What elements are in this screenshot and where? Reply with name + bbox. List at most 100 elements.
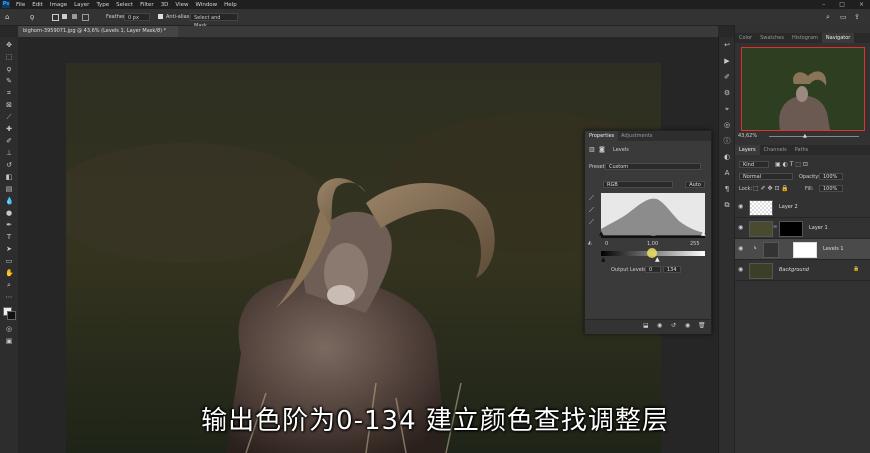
layer-row-layer-1[interactable]: ◉ ∞ Layer 1: [735, 218, 870, 239]
view-previous-icon[interactable]: ◉: [657, 323, 662, 329]
layer-row-background[interactable]: ◉ Background 🔒: [735, 260, 870, 281]
layer-filter-icons[interactable]: ▣ ◐ T ⬚ ⊡: [775, 162, 808, 168]
layer-name[interactable]: Levels 1: [823, 246, 844, 252]
clipping-warning-icon[interactable]: ◭: [588, 241, 592, 246]
history-icon[interactable]: ↩: [723, 41, 731, 49]
paths-icon[interactable]: ⌖: [723, 105, 731, 113]
tab-adjustments[interactable]: Adjustments: [617, 131, 656, 141]
visibility-eye-icon[interactable]: ◉: [738, 224, 743, 231]
link-icon[interactable]: ∞: [773, 225, 777, 230]
close-button[interactable]: ×: [859, 1, 864, 8]
color-wheel-icon[interactable]: ◐: [723, 153, 731, 161]
tab-color[interactable]: Color: [735, 33, 756, 43]
minimize-button[interactable]: –: [822, 1, 825, 8]
black-eyedropper-icon[interactable]: ⟋: [589, 195, 594, 202]
blur-tool-icon[interactable]: 💧: [5, 197, 14, 205]
layer-mask-thumbnail[interactable]: [779, 221, 803, 237]
menu-select[interactable]: Select: [116, 2, 133, 8]
menu-window[interactable]: Window: [195, 2, 217, 8]
opacity-input[interactable]: 100%: [819, 173, 843, 180]
output-black-input[interactable]: 0: [645, 266, 661, 273]
document-tab[interactable]: bighorn-3959071.jpg @ 43,6% (Levels 1, L…: [18, 26, 178, 37]
brush-tool-icon[interactable]: ✐: [5, 137, 13, 145]
navigator-zoom-value[interactable]: 43,62%: [738, 134, 757, 139]
layer-name[interactable]: Background: [779, 267, 809, 273]
path-select-icon[interactable]: ➤: [5, 245, 13, 253]
search-icon[interactable]: ⌕: [826, 14, 830, 21]
more-tools-icon[interactable]: ⋯: [5, 293, 13, 301]
lasso-tool-icon[interactable]: ϙ: [30, 14, 34, 21]
gray-point-handle[interactable]: ▲: [651, 231, 656, 237]
paragraph-icon[interactable]: ¶: [723, 185, 731, 193]
brush-settings-icon[interactable]: ✐: [723, 73, 731, 81]
input-gamma-value[interactable]: 1,00: [647, 242, 658, 247]
navigator-thumbnail[interactable]: [741, 47, 865, 131]
workspace-icon[interactable]: ▭: [840, 14, 847, 21]
menu-view[interactable]: View: [175, 2, 188, 8]
info-icon[interactable]: ⓘ: [723, 137, 731, 145]
layer-row-levels-1[interactable]: ◉ ↳ Levels 1: [735, 239, 870, 260]
tab-properties[interactable]: Properties: [585, 131, 619, 141]
menu-layer[interactable]: Layer: [74, 2, 89, 8]
layer-mask-thumbnail[interactable]: [793, 242, 817, 258]
white-eyedropper-icon[interactable]: ⟋: [589, 219, 594, 226]
history-brush-icon[interactable]: ↺: [5, 161, 13, 169]
layer-name[interactable]: Layer 1: [809, 225, 828, 231]
menu-filter[interactable]: Filter: [140, 2, 154, 8]
channel-select[interactable]: RGB: [603, 181, 673, 188]
share-icon[interactable]: ⇪: [854, 14, 860, 21]
tab-paths[interactable]: Paths: [791, 145, 813, 155]
zoom-tool-icon[interactable]: ⌕: [5, 281, 13, 289]
home-icon[interactable]: ⌂: [5, 14, 9, 21]
feather-input[interactable]: 0 px: [124, 13, 150, 21]
tab-histogram[interactable]: Histogram: [788, 33, 822, 43]
reset-icon[interactable]: ↺: [671, 323, 676, 329]
fill-input[interactable]: 100%: [819, 185, 843, 192]
gradient-tool-icon[interactable]: ▤: [5, 185, 13, 193]
marquee-tool-icon[interactable]: ⬚: [5, 53, 13, 61]
lasso-tool-icon[interactable]: ϙ: [5, 65, 13, 73]
hand-tool-icon[interactable]: ✋: [5, 269, 14, 277]
subtract-selection-icon[interactable]: [72, 14, 77, 19]
eraser-tool-icon[interactable]: ◧: [5, 173, 13, 181]
lock-icon[interactable]: 🔒: [853, 267, 859, 272]
gray-eyedropper-icon[interactable]: ⟋: [589, 207, 594, 214]
input-black-value[interactable]: 0: [605, 242, 608, 247]
menu-help[interactable]: Help: [224, 2, 237, 8]
output-white-input[interactable]: 134: [663, 266, 681, 273]
menu-edit[interactable]: Edit: [32, 2, 43, 8]
anti-alias-checkbox[interactable]: [158, 14, 163, 19]
intersect-selection-icon[interactable]: [82, 14, 89, 21]
visibility-eye-icon[interactable]: ◉: [738, 203, 743, 210]
styles-icon[interactable]: ◎: [723, 121, 731, 129]
mask-icon[interactable]: ◙: [599, 147, 605, 153]
visibility-eye-icon[interactable]: ◉: [738, 266, 743, 273]
blend-mode-select[interactable]: Normal: [739, 173, 793, 180]
actions-icon[interactable]: ▶: [723, 57, 731, 65]
bighorn-sheep-photo[interactable]: [66, 63, 661, 453]
white-point-handle[interactable]: ▲: [701, 231, 706, 237]
screen-mode-icon[interactable]: ▣: [5, 337, 13, 345]
quick-mask-icon[interactable]: ◎: [5, 325, 13, 333]
layer-filter-kind[interactable]: Kind: [739, 161, 769, 168]
tab-swatches[interactable]: Swatches: [756, 33, 788, 43]
select-and-mask-button[interactable]: Select and Mask...: [190, 13, 238, 29]
zoom-slider-handle[interactable]: ▲: [803, 134, 807, 139]
menu-3d[interactable]: 3D: [161, 2, 169, 8]
preset-select[interactable]: Custom: [605, 163, 701, 170]
rectangle-tool-icon[interactable]: ▭: [5, 257, 13, 265]
glyphs-icon[interactable]: ⧉: [723, 201, 731, 209]
move-tool-icon[interactable]: ✥: [5, 41, 13, 49]
dodge-tool-icon[interactable]: ●: [5, 209, 13, 217]
clip-to-layer-icon[interactable]: ⬓: [643, 323, 649, 329]
clone-stamp-icon[interactable]: ⊥: [5, 149, 13, 157]
delete-icon[interactable]: 🗑: [698, 323, 706, 329]
new-selection-icon[interactable]: [52, 14, 59, 21]
input-white-value[interactable]: 255: [690, 242, 700, 247]
auto-button[interactable]: Auto: [685, 181, 705, 188]
pen-tool-icon[interactable]: ✒: [5, 221, 13, 229]
visibility-icon[interactable]: ◉: [685, 323, 690, 329]
output-white-handle[interactable]: ▲: [655, 257, 660, 263]
lock-icons[interactable]: ⬚ ✐ ✥ ⊡ 🔒: [753, 186, 789, 192]
tab-channels[interactable]: Channels: [760, 145, 791, 155]
